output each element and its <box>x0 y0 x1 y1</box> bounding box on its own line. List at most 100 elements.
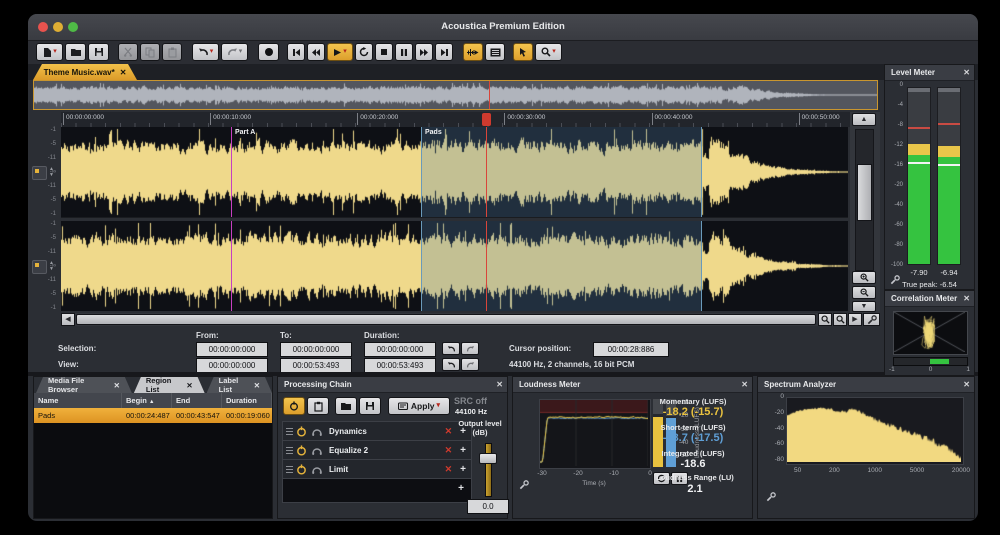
remove-effect-icon[interactable]: ✕ <box>445 464 453 475</box>
close-tab-icon[interactable]: ✕ <box>120 68 127 77</box>
zoom-in-horizontal-button[interactable] <box>818 313 832 326</box>
chain-effect-row[interactable]: Dynamics ✕ + <box>283 422 471 441</box>
channel-spin-icon[interactable]: ▲▼ <box>49 166 54 178</box>
scroll-right-button[interactable]: ▶ <box>848 313 862 326</box>
output-level-value[interactable]: 0.0 <box>467 499 509 514</box>
remove-effect-icon[interactable]: ✕ <box>445 426 453 437</box>
fast-forward-button[interactable] <box>415 43 433 61</box>
drag-handle-icon[interactable] <box>286 426 293 437</box>
zoom-out-horizontal-button[interactable] <box>833 313 847 326</box>
power-icon[interactable] <box>296 426 307 437</box>
channel-spin-icon[interactable]: ▲▼ <box>49 260 54 272</box>
column-begin[interactable]: Begin ▲ <box>122 393 172 408</box>
drag-handle-icon[interactable] <box>286 445 293 456</box>
wrench-icon[interactable] <box>766 492 776 502</box>
close-icon[interactable]: ✕ <box>114 381 120 390</box>
zoom-in-vertical-button[interactable] <box>852 271 876 284</box>
waveform-channel-1[interactable]: Pads Part A <box>61 127 848 217</box>
region-pads-overlay[interactable] <box>421 127 702 217</box>
add-effect-icon[interactable]: + <box>460 464 466 475</box>
channel-2-select-button[interactable]: ▲▼ <box>32 260 47 274</box>
wrench-icon[interactable] <box>890 275 900 285</box>
wrench-icon[interactable] <box>519 480 529 490</box>
vertical-scrollbar-track[interactable] <box>855 129 874 271</box>
append-effect-icon[interactable]: + <box>283 479 471 498</box>
view-to-field[interactable]: 00:00:53:493 <box>280 358 352 373</box>
close-icon[interactable]: ✕ <box>741 377 748 392</box>
dock-tab[interactable]: Label List✕ <box>207 377 272 393</box>
output-level-slider-thumb[interactable] <box>479 453 497 464</box>
copy-button[interactable] <box>140 43 160 61</box>
close-icon[interactable]: ✕ <box>186 381 192 390</box>
selection-to-field[interactable]: 00:00:00:000 <box>280 342 352 357</box>
save-file-button[interactable] <box>88 43 109 61</box>
remove-effect-icon[interactable]: ✕ <box>445 445 453 456</box>
time-ruler[interactable]: 00:00:00:00000:00:10:00000:00:20:00000:0… <box>61 112 880 127</box>
redo-button[interactable]: ▾ <box>221 43 248 61</box>
vertical-scrollbar-thumb[interactable] <box>857 164 872 221</box>
spectrogram-view-button[interactable] <box>485 43 505 61</box>
waveform-view-button[interactable] <box>463 43 483 61</box>
scroll-up-button[interactable]: ▲ <box>852 113 876 126</box>
headphones-icon[interactable] <box>311 445 323 456</box>
chain-save-button[interactable] <box>359 397 381 415</box>
close-icon[interactable]: ✕ <box>963 65 970 80</box>
vertical-zoom-menu-button[interactable]: ▼ <box>852 301 876 312</box>
zoom-tool-button[interactable]: ▾ <box>535 43 562 61</box>
src-status[interactable]: SRC off <box>454 396 487 406</box>
close-icon[interactable]: ✕ <box>963 377 970 392</box>
marker-line[interactable] <box>231 221 232 311</box>
view-from-field[interactable]: 00:00:00:000 <box>196 358 268 373</box>
overview-waveform-canvas[interactable] <box>34 81 877 109</box>
cursor-position-field[interactable]: 00:00:28:886 <box>593 342 669 357</box>
go-to-start-button[interactable] <box>287 43 305 61</box>
drag-handle-icon[interactable] <box>286 464 293 475</box>
loop-playback-button[interactable] <box>355 43 373 61</box>
waveform-channel-2[interactable] <box>61 221 848 311</box>
selection-duration-field[interactable]: 00:00:00:000 <box>364 342 436 357</box>
editor-settings-button[interactable] <box>863 313 880 326</box>
go-to-end-button[interactable] <box>435 43 453 61</box>
chain-effect-row[interactable]: Limit ✕ + <box>283 460 471 479</box>
chain-enable-button[interactable] <box>283 397 305 415</box>
cut-button[interactable] <box>118 43 138 61</box>
view-undo-button[interactable] <box>442 358 460 371</box>
view-duration-field[interactable]: 00:00:53:493 <box>364 358 436 373</box>
chain-clipboard-button[interactable] <box>307 397 329 415</box>
close-icon[interactable]: ✕ <box>496 377 503 392</box>
zoom-out-vertical-button[interactable] <box>852 286 876 299</box>
output-level-slider-track[interactable] <box>485 443 492 497</box>
rewind-button[interactable] <box>307 43 325 61</box>
dock-tab[interactable]: Media File Browser✕ <box>36 377 132 393</box>
column-name[interactable]: Name <box>34 393 122 408</box>
close-icon[interactable]: ✕ <box>963 291 970 306</box>
paste-button[interactable] <box>162 43 182 61</box>
document-tab[interactable]: Theme Music.wav* ✕ <box>33 64 137 80</box>
selection-from-field[interactable]: 00:00:00:000 <box>196 342 268 357</box>
chain-open-button[interactable] <box>335 397 357 415</box>
marker-line[interactable] <box>231 127 232 217</box>
undo-button[interactable]: ▾ <box>192 43 219 61</box>
dock-tab[interactable]: Region List✕ <box>134 377 205 393</box>
region-row[interactable]: Pads 00:00:24:487 00:00:43:547 00:00:19:… <box>34 408 272 423</box>
selection-redo-button[interactable] <box>461 342 479 355</box>
record-button[interactable] <box>258 43 279 61</box>
region-table-header[interactable]: Name Begin ▲ End Duration <box>34 393 272 408</box>
column-duration[interactable]: Duration <box>222 393 272 408</box>
open-file-button[interactable] <box>65 43 86 61</box>
selection-tool-button[interactable] <box>513 43 533 61</box>
scroll-left-button[interactable]: ◀ <box>61 313 75 326</box>
stop-button[interactable] <box>375 43 393 61</box>
new-file-button[interactable]: ▾ <box>36 43 63 61</box>
chain-effect-row[interactable]: Equalize 2 ✕ + <box>283 441 471 460</box>
overview-waveform[interactable] <box>33 80 878 110</box>
playhead-handle[interactable] <box>482 113 491 126</box>
play-button[interactable]: ▾ <box>327 43 353 61</box>
apply-button[interactable]: Apply ▾ <box>388 397 450 415</box>
pause-button[interactable] <box>395 43 413 61</box>
horizontal-scrollbar-thumb[interactable] <box>76 314 816 325</box>
power-icon[interactable] <box>296 464 307 475</box>
selection-undo-button[interactable] <box>442 342 460 355</box>
column-end[interactable]: End <box>172 393 222 408</box>
headphones-icon[interactable] <box>311 464 323 475</box>
